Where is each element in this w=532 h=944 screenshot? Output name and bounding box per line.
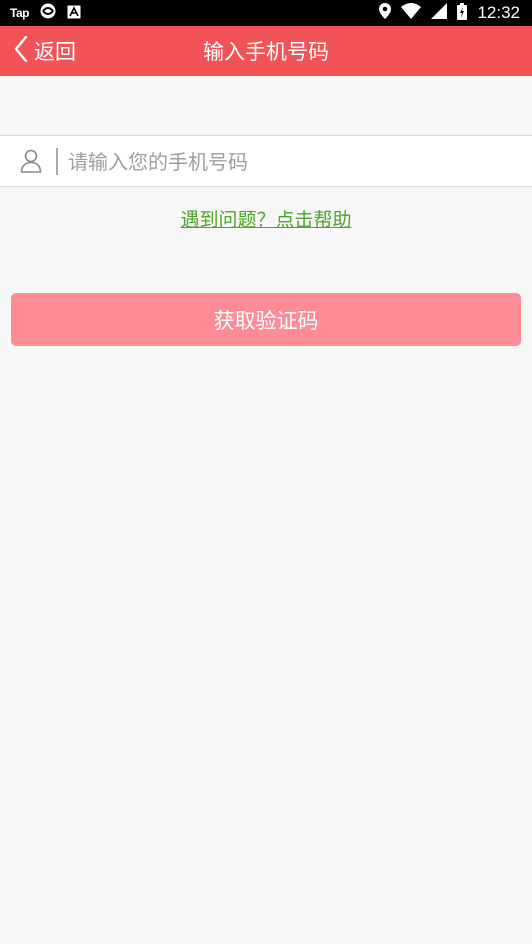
back-label: 返回	[34, 40, 76, 64]
back-button[interactable]: 返回	[14, 26, 76, 76]
location-icon	[379, 3, 392, 23]
phone-number-input[interactable]	[68, 144, 508, 180]
field-divider	[56, 148, 58, 175]
status-right: 12:32	[379, 2, 520, 24]
tap-app-label: Tap	[10, 6, 29, 20]
help-link[interactable]: 遇到问题？点击帮助	[0, 205, 532, 232]
page-title: 输入手机号码	[203, 40, 329, 64]
status-clock: 12:32	[477, 3, 520, 22]
status-left: Tap	[10, 2, 81, 24]
app-bar: 返回 输入手机号码	[0, 26, 532, 76]
sync-icon	[39, 2, 57, 24]
signal-icon	[431, 3, 448, 23]
get-verification-code-button[interactable]: 获取验证码	[11, 293, 521, 346]
status-bar: Tap 12:32	[0, 0, 532, 26]
wifi-icon	[401, 3, 422, 23]
battery-icon	[457, 2, 468, 24]
chevron-left-icon	[14, 35, 28, 66]
user-icon	[20, 149, 42, 177]
a-badge-icon	[67, 4, 81, 23]
phone-field-row	[0, 135, 532, 187]
